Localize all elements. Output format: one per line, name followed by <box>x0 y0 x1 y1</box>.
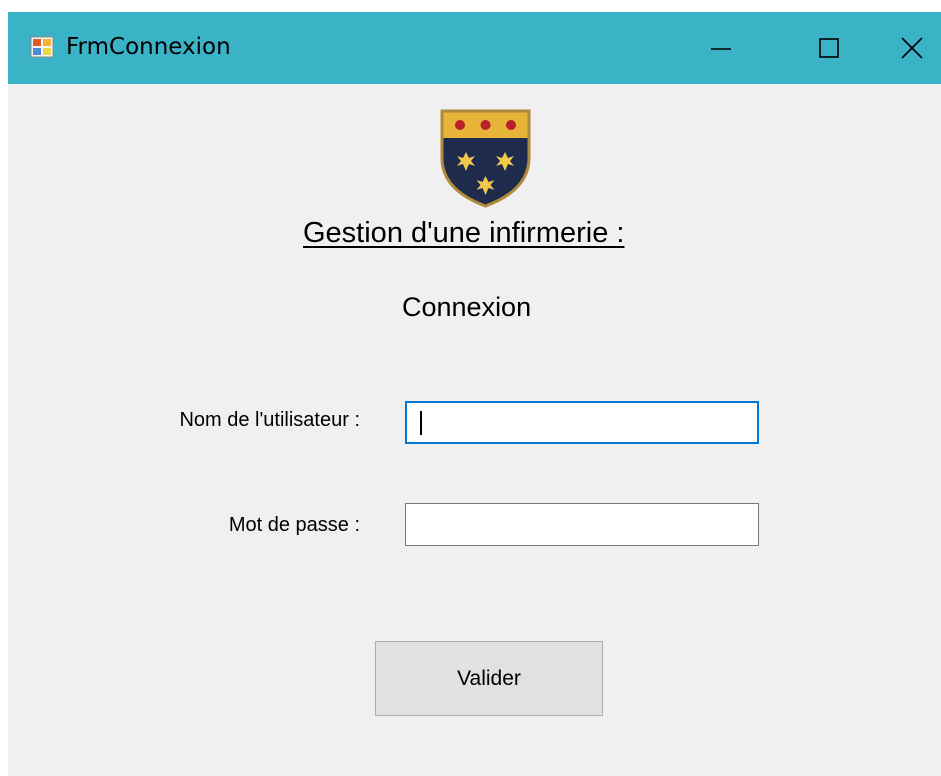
text-cursor <box>420 411 422 435</box>
window-title: FrmConnexion <box>66 34 231 60</box>
title-bar[interactable]: FrmConnexion <box>8 12 941 84</box>
maximize-button[interactable] <box>789 12 869 84</box>
app-icon <box>30 36 54 58</box>
maximize-icon <box>819 38 839 58</box>
close-icon <box>901 37 923 59</box>
submit-button[interactable]: Valider <box>375 641 603 716</box>
coat-of-arms-icon <box>440 109 531 208</box>
minimize-button[interactable] <box>681 12 761 84</box>
minimize-icon <box>711 48 731 50</box>
close-button[interactable] <box>872 12 941 84</box>
page-subtitle: Connexion <box>402 292 532 322</box>
password-label: Mot de passe : <box>228 514 360 536</box>
password-field[interactable] <box>405 503 759 546</box>
username-label: Nom de l'utilisateur : <box>179 409 360 431</box>
username-field[interactable] <box>405 401 759 444</box>
login-window: FrmConnexion Gestion d'une infirmerie: … <box>8 12 941 776</box>
page-title: Gestion d'une infirmerie : <box>303 217 625 249</box>
